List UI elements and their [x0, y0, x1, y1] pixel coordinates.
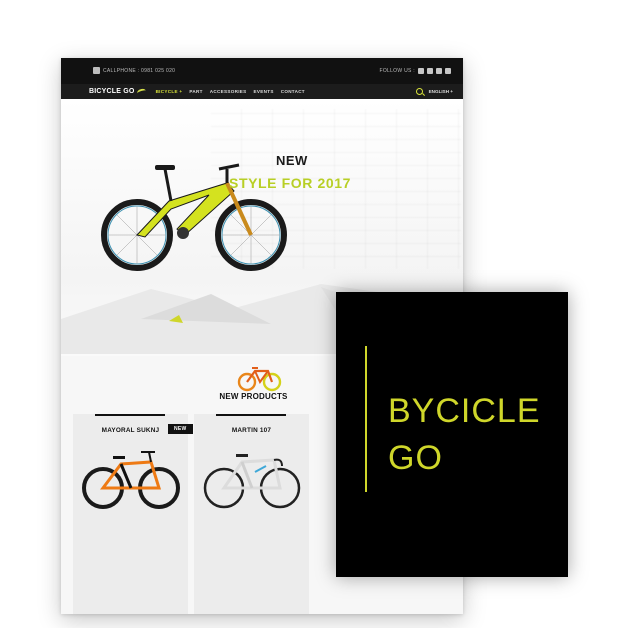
- product-bike-image: [82, 451, 180, 509]
- language-selector[interactable]: ENGLISH +: [429, 89, 453, 94]
- search-icon[interactable]: [415, 88, 423, 95]
- hero-bicycle-image: [101, 163, 287, 271]
- facebook-icon[interactable]: [418, 68, 424, 74]
- bicycle-icon: [237, 367, 282, 392]
- brand-title-line-2: GO: [388, 439, 443, 477]
- twitter-icon[interactable]: [445, 68, 451, 74]
- callphone-text: CALLPHONE : 0981 025 020: [103, 68, 176, 74]
- product-card[interactable]: MARTIN 107: [194, 414, 309, 614]
- follow-us: FOLLOW US :: [379, 68, 451, 74]
- google-plus-icon[interactable]: [427, 68, 433, 74]
- hero-headline-style: STYLE FOR 2017: [229, 175, 351, 191]
- site-logo[interactable]: BICYCLE GO: [89, 87, 147, 96]
- logo-swoosh-icon: [135, 87, 147, 96]
- brand-title: BYCICLE GO: [388, 388, 541, 482]
- new-badge: NEW: [168, 424, 193, 434]
- nav-item-bicycle[interactable]: BICYCLE +: [156, 89, 183, 94]
- product-card[interactable]: MAYORAL SUKNJ NEW: [73, 414, 193, 614]
- product-bike-image: [203, 454, 301, 509]
- follow-us-label: FOLLOW US :: [379, 68, 415, 74]
- nav-item-contact[interactable]: CONTACT: [281, 89, 305, 94]
- main-nav: BICYCLE GO BICYCLE + PART ACCESSORIES EV…: [61, 84, 463, 99]
- card-top-bar: [95, 414, 165, 416]
- nav-item-events[interactable]: EVENTS: [254, 89, 274, 94]
- nav-item-accessories[interactable]: ACCESSORIES: [210, 89, 247, 94]
- logo-text: BICYCLE GO: [89, 88, 135, 95]
- hero-headline-new: NEW: [276, 153, 308, 168]
- nav-item-part[interactable]: PART: [189, 89, 202, 94]
- brand-card: BYCICLE GO: [336, 292, 568, 577]
- instagram-icon[interactable]: [436, 68, 442, 74]
- product-name[interactable]: MARTIN 107: [194, 427, 309, 434]
- accent-divider: [365, 346, 367, 492]
- phone-icon: [93, 67, 100, 74]
- top-bar: CALLPHONE : 0981 025 020 FOLLOW US :: [61, 58, 463, 84]
- card-top-bar: [216, 414, 286, 416]
- brand-title-line-1: BYCICLE: [388, 392, 541, 430]
